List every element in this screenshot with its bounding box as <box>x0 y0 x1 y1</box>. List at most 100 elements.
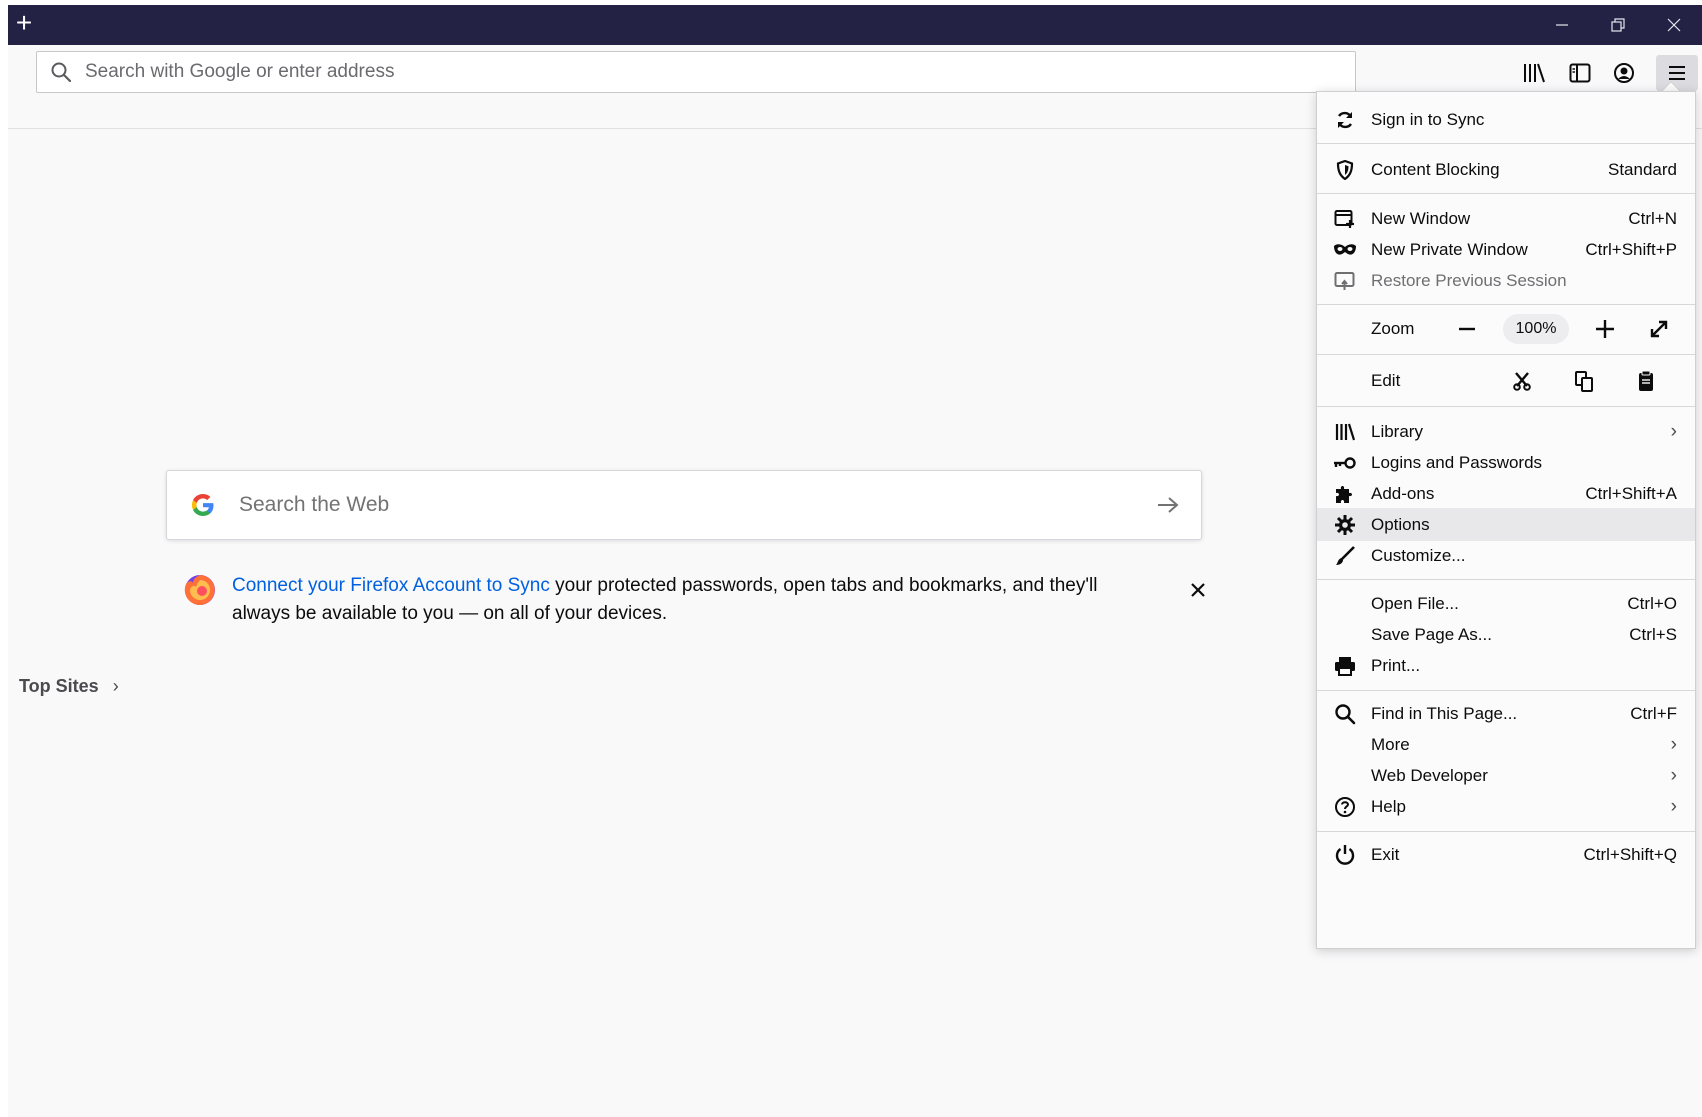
close-icon <box>1191 583 1205 597</box>
menu-label: Content Blocking <box>1371 159 1500 179</box>
close-window-button[interactable] <box>1646 5 1702 45</box>
menu-separator <box>1317 143 1695 144</box>
zoom-out-button[interactable] <box>1449 312 1485 345</box>
web-search-input[interactable] <box>239 493 1135 517</box>
menu-separator <box>1317 304 1695 305</box>
copy-icon <box>1575 370 1593 392</box>
menu-item-options[interactable]: Options <box>1317 508 1695 541</box>
sync-promo-text: Connect your Firefox Account to Sync you… <box>232 572 1132 628</box>
chevron-right-icon: › <box>1670 733 1677 755</box>
web-search-box[interactable] <box>166 470 1202 540</box>
menu-item-save-page[interactable]: Save Page As... Ctrl+S <box>1317 618 1695 651</box>
zoom-in-button[interactable] <box>1587 312 1623 345</box>
shield-icon <box>1333 158 1357 182</box>
menu-separator <box>1317 690 1695 691</box>
menu-label: Zoom <box>1371 318 1415 338</box>
firefox-logo-icon <box>184 575 215 605</box>
menu-separator <box>1317 406 1695 407</box>
menu-label: Exit <box>1371 844 1400 864</box>
restore-button[interactable] <box>1590 5 1646 45</box>
scissors-icon <box>1513 371 1531 391</box>
content-blocking-value: Standard <box>1608 159 1677 179</box>
menu-item-library[interactable]: Library › <box>1317 415 1695 448</box>
puzzle-piece-icon <box>1333 482 1357 506</box>
menu-item-addons[interactable]: Add-ons Ctrl+Shift+A <box>1317 477 1695 510</box>
menu-item-exit[interactable]: Exit Ctrl+Shift+Q <box>1317 838 1695 871</box>
menu-label: Open File... <box>1371 593 1459 613</box>
menu-shortcut: Ctrl+Shift+P <box>1585 239 1677 259</box>
menu-item-edit: Edit <box>1317 364 1695 397</box>
power-icon <box>1333 843 1357 867</box>
menu-label: Help <box>1371 796 1406 816</box>
google-logo-icon <box>167 491 239 519</box>
zoom-reset-button[interactable]: 100% <box>1503 313 1569 344</box>
menu-label: New Window <box>1371 208 1471 228</box>
menu-item-new-private-window[interactable]: New Private Window Ctrl+Shift+P <box>1317 233 1695 266</box>
restore-icon <box>1611 18 1625 32</box>
menu-shortcut: Ctrl+O <box>1627 593 1677 613</box>
sync-icon <box>1333 108 1357 132</box>
fullscreen-icon <box>1650 320 1668 337</box>
new-tab-button[interactable]: + <box>10 9 38 39</box>
hamburger-menu-icon <box>1669 66 1685 80</box>
menu-item-help[interactable]: Help › <box>1317 790 1695 823</box>
menu-label: Options <box>1371 514 1430 534</box>
library-icon <box>1524 63 1545 83</box>
menu-item-sign-in[interactable]: Sign in to Sync <box>1317 103 1695 136</box>
menu-item-new-window[interactable]: New Window Ctrl+N <box>1317 202 1695 235</box>
menu-item-more[interactable]: More › <box>1317 728 1695 761</box>
connect-account-link[interactable]: Connect your Firefox Account to Sync <box>232 575 550 596</box>
app-menu-panel: Sign in to Sync Content Blocking Standar… <box>1316 91 1696 949</box>
menu-separator <box>1317 831 1695 832</box>
library-icon <box>1333 420 1357 444</box>
app-menu-button[interactable] <box>1656 55 1698 91</box>
clipboard-icon <box>1639 370 1653 391</box>
help-icon <box>1333 795 1357 819</box>
menu-label: Restore Previous Session <box>1371 270 1567 290</box>
library-button[interactable] <box>1514 55 1554 91</box>
sidebar-button[interactable] <box>1560 55 1600 91</box>
menu-item-content-blocking[interactable]: Content Blocking Standard <box>1317 153 1695 186</box>
paintbrush-icon <box>1333 544 1357 568</box>
fullscreen-button[interactable] <box>1641 312 1677 345</box>
minimize-button[interactable] <box>1534 5 1590 45</box>
menu-shortcut: Ctrl+S <box>1629 624 1677 644</box>
menu-item-print[interactable]: Print... <box>1317 649 1695 682</box>
menu-item-open-file[interactable]: Open File... Ctrl+O <box>1317 587 1695 620</box>
cut-button[interactable] <box>1491 364 1553 397</box>
menu-item-find[interactable]: Find in This Page... Ctrl+F <box>1317 697 1695 730</box>
menu-label: Web Developer <box>1371 765 1488 785</box>
menu-label: Customize... <box>1371 545 1466 565</box>
chevron-right-icon: › <box>1670 420 1677 442</box>
menu-label: New Private Window <box>1371 239 1528 259</box>
restore-session-icon <box>1333 269 1357 293</box>
account-icon <box>1614 63 1634 83</box>
menu-separator <box>1317 579 1695 580</box>
search-go-button[interactable] <box>1135 495 1201 515</box>
new-window-icon <box>1333 207 1357 231</box>
menu-item-logins[interactable]: Logins and Passwords <box>1317 446 1695 479</box>
top-sites-header[interactable]: Top Sites › <box>19 676 119 697</box>
copy-button[interactable] <box>1553 364 1615 397</box>
key-icon <box>1333 451 1357 475</box>
chevron-right-icon: › <box>1670 764 1677 786</box>
url-input[interactable] <box>85 61 1355 83</box>
minimize-icon <box>1556 24 1568 26</box>
account-button[interactable] <box>1604 55 1644 91</box>
title-bar: + <box>8 5 1702 45</box>
menu-shortcut: Ctrl+N <box>1628 208 1677 228</box>
menu-item-restore-session: Restore Previous Session <box>1317 264 1695 297</box>
menu-item-customize[interactable]: Customize... <box>1317 539 1695 572</box>
minus-icon <box>1459 327 1475 330</box>
paste-button[interactable] <box>1615 364 1677 397</box>
url-bar[interactable] <box>36 51 1356 93</box>
printer-icon <box>1333 654 1357 678</box>
menu-label: Print... <box>1371 655 1421 675</box>
menu-item-zoom: Zoom 100% <box>1317 312 1695 345</box>
menu-label: Find in This Page... <box>1371 703 1518 723</box>
sync-promo: Connect your Firefox Account to Sync you… <box>182 572 1205 628</box>
menu-label: Library <box>1371 421 1423 441</box>
menu-item-web-developer[interactable]: Web Developer › <box>1317 759 1695 792</box>
dismiss-promo-button[interactable] <box>1186 578 1210 602</box>
chevron-right-icon: › <box>1670 795 1677 817</box>
